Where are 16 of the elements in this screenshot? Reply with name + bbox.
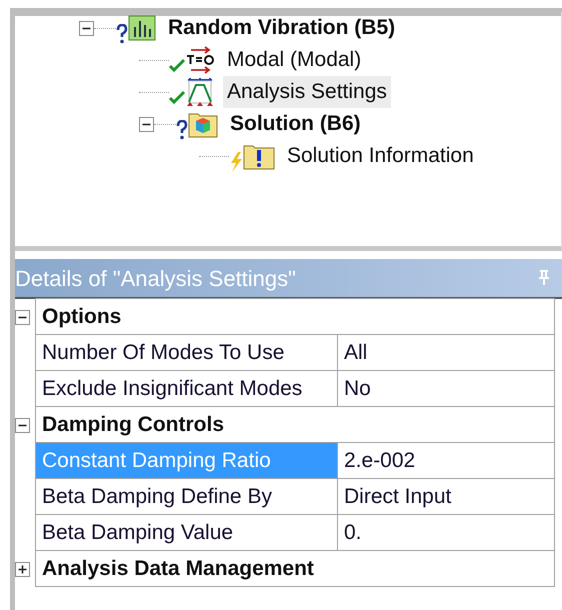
tree-item[interactable]: Solution Information: [283, 140, 478, 172]
modal-icon: [185, 46, 215, 74]
group-header[interactable]: Options: [35, 298, 555, 335]
collapse-toggle-icon[interactable]: [15, 310, 30, 324]
collapse-toggle-icon[interactable]: [79, 20, 94, 36]
bar-chart-icon: [128, 15, 156, 41]
tree-item[interactable]: Solution (B6): [226, 108, 365, 140]
collapse-toggle-icon[interactable]: [139, 116, 154, 132]
panel-title: Details of "Analysis Settings": [15, 264, 296, 293]
support-curve-icon: [185, 77, 215, 107]
tree-item[interactable]: Analysis Settings: [223, 76, 391, 108]
group-header[interactable]: Analysis Data Management: [35, 550, 555, 587]
tree-item[interactable]: Modal (Modal): [223, 44, 366, 76]
collapse-toggle-icon[interactable]: [15, 562, 30, 576]
tree-item[interactable]: Random Vibration (B5): [164, 12, 400, 44]
collapse-toggle-icon[interactable]: [15, 418, 30, 432]
